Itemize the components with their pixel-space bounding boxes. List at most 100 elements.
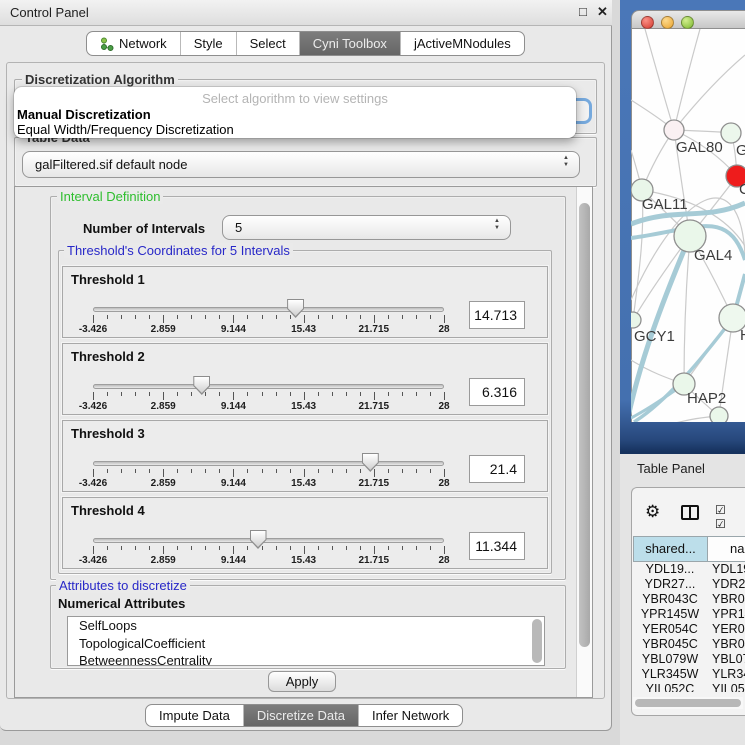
apply-button[interactable]: Apply <box>268 671 336 692</box>
table-data-combobox-value: galFiltered.sif default node <box>35 157 187 172</box>
tab-jactivemnodules[interactable]: jActiveMNodules <box>400 32 524 55</box>
threshold-value-field[interactable]: 21.4 <box>469 455 525 483</box>
menu-item-equal-width-frequency[interactable]: Equal Width/Frequency Discretization <box>17 122 234 137</box>
slider-tick <box>430 315 431 319</box>
threshold-value-field[interactable]: 6.316 <box>469 378 525 406</box>
threshold-row: Threshold 2-3.4262.8599.14415.4321.71528… <box>62 343 548 415</box>
slider-tick <box>332 315 333 319</box>
checkbox-columns-icon[interactable]: ☑ ☑ <box>715 503 745 531</box>
table-row[interactable]: YLR345WYLR34 <box>633 667 745 682</box>
number-of-intervals-combobox[interactable]: 5 ▲▼ <box>222 215 511 240</box>
slider-tick <box>430 546 431 550</box>
menu-item-manual-discretization[interactable]: Manual Discretization <box>17 107 151 122</box>
network-edge[interactable] <box>684 236 690 384</box>
attribute-list-item[interactable]: SelfLoops <box>68 617 544 635</box>
slider-handle[interactable] <box>193 376 210 395</box>
slider-track[interactable] <box>93 384 444 389</box>
close-traffic-light-icon[interactable] <box>641 16 654 29</box>
slider-tick <box>191 546 192 550</box>
node-gal80[interactable] <box>664 120 684 140</box>
slider-tick-label: 9.144 <box>221 555 246 566</box>
slider-track[interactable] <box>93 307 444 312</box>
slider-handle[interactable] <box>362 453 379 472</box>
slider-tick-label: -3.426 <box>79 324 107 335</box>
gear-icon[interactable]: ⚙ <box>645 502 660 522</box>
table-row[interactable]: YIL052CYIL05 <box>633 682 745 692</box>
tab-select[interactable]: Select <box>236 32 299 55</box>
slider-tick <box>135 469 136 473</box>
float-icon[interactable]: □ <box>579 4 587 19</box>
tab-cyni-toolbox[interactable]: Cyni Toolbox <box>299 32 400 55</box>
threshold-value-field[interactable]: 14.713 <box>469 301 525 329</box>
slider-tick <box>121 392 122 396</box>
zoom-traffic-light-icon[interactable] <box>681 16 694 29</box>
attributes-scrollbar-thumb[interactable] <box>532 619 542 663</box>
slider-tick <box>107 315 108 319</box>
slider-tick <box>247 546 248 550</box>
column-header-shared[interactable]: shared... <box>633 536 708 562</box>
network-edge[interactable] <box>645 29 674 130</box>
slider-track[interactable] <box>93 538 444 543</box>
tab-discretize-data[interactable]: Discretize Data <box>243 705 358 726</box>
stepper-arrows-icon: ▲▼ <box>563 155 569 169</box>
slider-tick <box>444 469 445 477</box>
table-rows[interactable]: YDL19...YDL19YDR27...YDR27YBR043CYBR04YP… <box>633 562 745 692</box>
cell-name: YBR04 <box>712 637 745 651</box>
table-row[interactable]: YDR27...YDR27 <box>633 577 745 592</box>
column-header-name[interactable]: na <box>707 536 745 562</box>
slider-tick <box>430 469 431 473</box>
split-columns-icon[interactable] <box>681 505 699 520</box>
slider-tick <box>444 315 445 323</box>
table-row[interactable]: YER054CYER05 <box>633 622 745 637</box>
cell-shared-name: YDL19... <box>633 562 707 576</box>
network-graph[interactable]: GAL80GACGAL11GAL4GCY1HHAP2 <box>631 29 745 422</box>
table-row[interactable]: YDL19...YDL19 <box>633 562 745 577</box>
slider-tick <box>388 315 389 319</box>
table-data-combobox[interactable]: galFiltered.sif default node ▲▼ <box>22 151 580 178</box>
slider-tick <box>135 392 136 396</box>
slider-tick <box>444 546 445 554</box>
tab-network[interactable]: Network <box>87 32 180 55</box>
node-topright[interactable] <box>721 123 741 143</box>
node-gcy1[interactable] <box>631 312 641 328</box>
cell-shared-name: YLR345W <box>633 667 707 681</box>
tab-infer-network[interactable]: Infer Network <box>358 705 462 726</box>
table-row[interactable]: YPR145WYPR14 <box>633 607 745 622</box>
slider-tick <box>346 546 347 550</box>
close-icon[interactable]: ✕ <box>597 4 608 20</box>
attribute-list-item[interactable]: TopologicalCoefficient <box>68 635 544 653</box>
minimize-traffic-light-icon[interactable] <box>661 16 674 29</box>
node-label: GAL4 <box>694 247 732 264</box>
numerical-attributes-list[interactable]: SelfLoopsTopologicalCoefficientBetweenne… <box>67 616 545 666</box>
table-row[interactable]: YBR043CYBR04 <box>633 592 745 607</box>
node-label: HAP2 <box>687 390 726 407</box>
thresholds-group-label: Threshold's Coordinates for 5 Intervals <box>64 243 293 258</box>
vertical-scrollbar-thumb[interactable] <box>579 203 590 647</box>
tab-impute-data[interactable]: Impute Data <box>146 705 243 726</box>
attributes-group-label: Attributes to discretize <box>56 578 190 593</box>
slider-tick <box>177 315 178 319</box>
network-icon <box>100 37 114 51</box>
tab-style[interactable]: Style <box>180 32 236 55</box>
slider-track[interactable] <box>93 461 444 466</box>
slider-tick-label: 21.715 <box>359 555 390 566</box>
node-bottom[interactable] <box>710 407 728 422</box>
slider-handle[interactable] <box>250 530 267 549</box>
network-edge[interactable] <box>674 55 745 130</box>
table-row[interactable]: YBR045CYBR04 <box>633 637 745 652</box>
slider-tick <box>163 315 164 323</box>
slider-tick <box>163 546 164 554</box>
network-window-titlebar[interactable] <box>631 10 745 29</box>
slider-tick-label: 21.715 <box>359 324 390 335</box>
attribute-list-item[interactable]: BetweennessCentrality <box>68 652 544 666</box>
slider-tick-label: 15.43 <box>291 555 316 566</box>
slider-tick-label: 28 <box>438 401 449 412</box>
table-row[interactable]: YBL079WYBL07 <box>633 652 745 667</box>
horizontal-scrollbar-thumb[interactable] <box>635 699 741 707</box>
slider-tick-label: 15.43 <box>291 401 316 412</box>
slider-tick <box>346 469 347 473</box>
threshold-value-field[interactable]: 11.344 <box>469 532 525 560</box>
slider-tick <box>149 392 150 396</box>
slider-tick-label: 15.43 <box>291 324 316 335</box>
slider-tick-label: -3.426 <box>79 478 107 489</box>
